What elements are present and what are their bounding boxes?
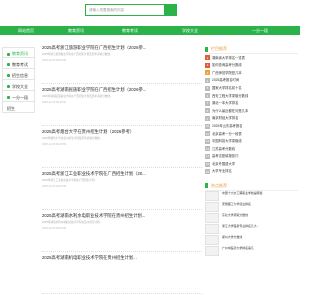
rank-badge: 3 <box>205 70 210 76</box>
bullet-icon <box>7 52 10 56</box>
sidebar-item-scores[interactable]: 一分一段 <box>2 91 35 102</box>
left-sidebar: 教育资讯 教育考试 招生信息 学校大全 一分一段 招生 <box>2 47 35 113</box>
recommend-section: 热点推荐 中国十大水工程职业学校是哪些 安徽理工大学就业排名 东北大学录取分数线… <box>205 182 298 257</box>
article-date: 2025-12-25 09:20:59 <box>42 100 67 104</box>
article-snippet: 2025年浙江工业职业技术学院在广西招生计划... <box>42 178 97 182</box>
rank-badge: 11 <box>205 131 210 137</box>
nav-item-scores[interactable]: 一分一段 <box>252 28 268 33</box>
list-item[interactable]: 5 国家大学排名前十名 <box>205 84 298 92</box>
article-title[interactable]: 2025高考浙江工业职业技术学院在广西招生计划（20... <box>42 171 202 177</box>
nav-item-home[interactable]: 网站首页 <box>18 28 34 33</box>
rank-badge: 12 <box>205 138 210 144</box>
list-item[interactable]: 广州中医药大学排名第几 <box>205 245 298 257</box>
list-item[interactable]: 2 如何查询高考分数线 <box>205 62 298 70</box>
bullet-icon <box>7 96 10 99</box>
list-item[interactable]: 14 高考志愿填报技巧 <box>205 153 298 161</box>
recommend-header: 热点推荐 <box>205 182 298 191</box>
list-item[interactable]: 2025高考浙江旅游职业学院在广西招生计划（2026参... 2025年浙江旅游… <box>42 42 202 84</box>
article-title[interactable]: 2025高考浙江旅游职业学院在广西招生计划（2026参... <box>42 45 202 51</box>
list-item[interactable]: 9 南京财经大学排名 <box>205 115 298 123</box>
nav-item-news[interactable]: 教育资讯 <box>68 28 84 33</box>
rank-badge: 10 <box>205 123 210 129</box>
thumbnail-image[interactable] <box>205 245 219 256</box>
search-input[interactable]: 请输入您要搜索的内容 <box>85 4 165 16</box>
bullet-icon <box>7 74 10 77</box>
list-item[interactable]: 11 北京高考一分一段表 <box>205 130 298 138</box>
sidebar-item-enroll[interactable]: 招生 <box>2 102 35 113</box>
rank-badge: 16 <box>205 169 210 175</box>
rank-badge: 4 <box>205 78 210 84</box>
article-snippet: 2025年浙江旅游职业学院在广西招生计划及历年录取分数线... <box>42 52 113 56</box>
sidebar-item-admission[interactable]: 招生信息 <box>2 69 35 80</box>
rank-badge: 6 <box>205 93 210 99</box>
list-item[interactable]: 10 2025年山东高考报名 <box>205 122 298 130</box>
list-item[interactable]: 8 为什么最近都在问是几本 <box>205 107 298 115</box>
sidebar-item-exam[interactable]: 教育考试 <box>2 58 35 69</box>
main-nav: 网站首页 教育资讯 教育考试 学校大全 一分一段 <box>0 26 300 35</box>
rank-badge: 9 <box>205 116 210 122</box>
article-title[interactable]: 2025高考湖南民族职业学院在广西招生计划（2026参... <box>42 87 202 93</box>
list-item[interactable]: 15 北京外国语大学 <box>205 160 298 168</box>
rank-badge: 15 <box>205 161 210 167</box>
article-snippet: 2025年湖南民族职业学院在广西招生计划及历年录取分数线... <box>42 94 113 98</box>
rank-badge: 2 <box>205 62 210 68</box>
rank-badge: 14 <box>205 154 210 160</box>
list-item[interactable]: 安徽理工大学就业排名 <box>205 201 298 213</box>
list-item[interactable]: 6 西安工程大学录取分数线 <box>205 92 298 100</box>
list-item[interactable]: 2025高考湖南机电职业技术学院在贵州招生计划... <box>42 252 202 294</box>
list-item[interactable]: 中国十大水工程职业学校是哪些 <box>205 190 298 202</box>
bullet-icon <box>7 85 10 88</box>
article-snippet: 2025年烟台大学在贵州招生计划及历年录取分数线... <box>42 136 102 140</box>
sidebar-item-schools[interactable]: 学校大全 <box>2 80 35 91</box>
list-item[interactable]: 东北大学录取分数线 <box>205 212 298 224</box>
list-item[interactable]: 2025高考湖南民族职业学院在广西招生计划（2026参... 2025年湖南民族… <box>42 84 202 126</box>
article-title[interactable]: 2025高考湖南机电职业技术学院在贵州招生计划... <box>42 255 202 261</box>
list-item[interactable]: 3 广西师范学院是几本 <box>205 69 298 77</box>
bullet-icon <box>7 63 10 66</box>
nav-item-exam[interactable]: 教育考试 <box>122 28 138 33</box>
rank-badge: 1 <box>205 55 210 61</box>
article-date: 2025-12-25 09:20:59 <box>42 226 67 230</box>
right-sidebar: 栏目推荐 1 湖南省大学排名一览表 2 如何查询高考分数线 3 广西师范学院是几本 4… <box>205 45 298 257</box>
list-item[interactable]: 1 湖南省大学排名一览表 <box>205 54 298 62</box>
article-list: 2025高考浙江旅游职业学院在广西招生计划（2026参... 2025年浙江旅游… <box>42 42 202 294</box>
hot-list-header: 栏目推荐 <box>205 45 298 54</box>
list-item[interactable]: 16 大学专业排名 <box>205 168 298 176</box>
thumbnail-image[interactable] <box>205 190 219 201</box>
list-item[interactable]: 郑州大学分数线 <box>205 234 298 246</box>
thumbnail-image[interactable] <box>205 223 219 234</box>
list-item[interactable]: 2025高考湖南水利水电职业技术学院在贵州招生计划... 2025年湖南水利水电… <box>42 210 202 252</box>
section-mark-icon <box>205 183 208 188</box>
top-bar: 请输入您要搜索的内容 <box>0 0 300 26</box>
list-item[interactable]: 12 中国科技大学录取线 <box>205 138 298 146</box>
list-item[interactable]: 2025高考浙江工业职业技术学院在广西招生计划（20... 2025年浙江工业职… <box>42 168 202 210</box>
article-date: 2025-12-25 09:20:59 <box>42 58 67 62</box>
article-date: 2025-12-25 09:20:59 <box>42 142 67 146</box>
rank-badge: 7 <box>205 100 210 106</box>
section-mark-icon <box>205 46 208 52</box>
nav-item-schools[interactable]: 学校大全 <box>182 28 198 33</box>
thumbnail-image[interactable] <box>205 201 219 212</box>
thumbnail-image[interactable] <box>205 212 219 223</box>
list-item[interactable]: 4 2025高考报名时间 <box>205 77 298 85</box>
list-item[interactable]: 13 江苏高考分数线 <box>205 145 298 153</box>
article-snippet: 2025年湖南水利水电职业技术学院在贵州招生计划... <box>42 220 102 224</box>
sidebar-item-news[interactable]: 教育资讯 <box>2 47 35 58</box>
article-title[interactable]: 2025高考烟台大学在贵州招生计划（2026参考） <box>42 129 202 135</box>
article-title[interactable]: 2025高考湖南水利水电职业技术学院在贵州招生计划... <box>42 213 202 219</box>
thumbnail-image[interactable] <box>205 234 219 245</box>
rank-badge: 5 <box>205 85 210 91</box>
search-button[interactable] <box>165 4 177 16</box>
article-date: 2025-12-25 09:20:59 <box>42 184 67 188</box>
list-item[interactable]: 7 湖北一本大学排名 <box>205 100 298 108</box>
rank-badge: 13 <box>205 146 210 152</box>
list-item[interactable]: 浙江大学强势专业排名几大... <box>205 223 298 235</box>
rank-badge: 8 <box>205 108 210 114</box>
list-item[interactable]: 2025高考烟台大学在贵州招生计划（2026参考） 2025年烟台大学在贵州招生… <box>42 126 202 168</box>
